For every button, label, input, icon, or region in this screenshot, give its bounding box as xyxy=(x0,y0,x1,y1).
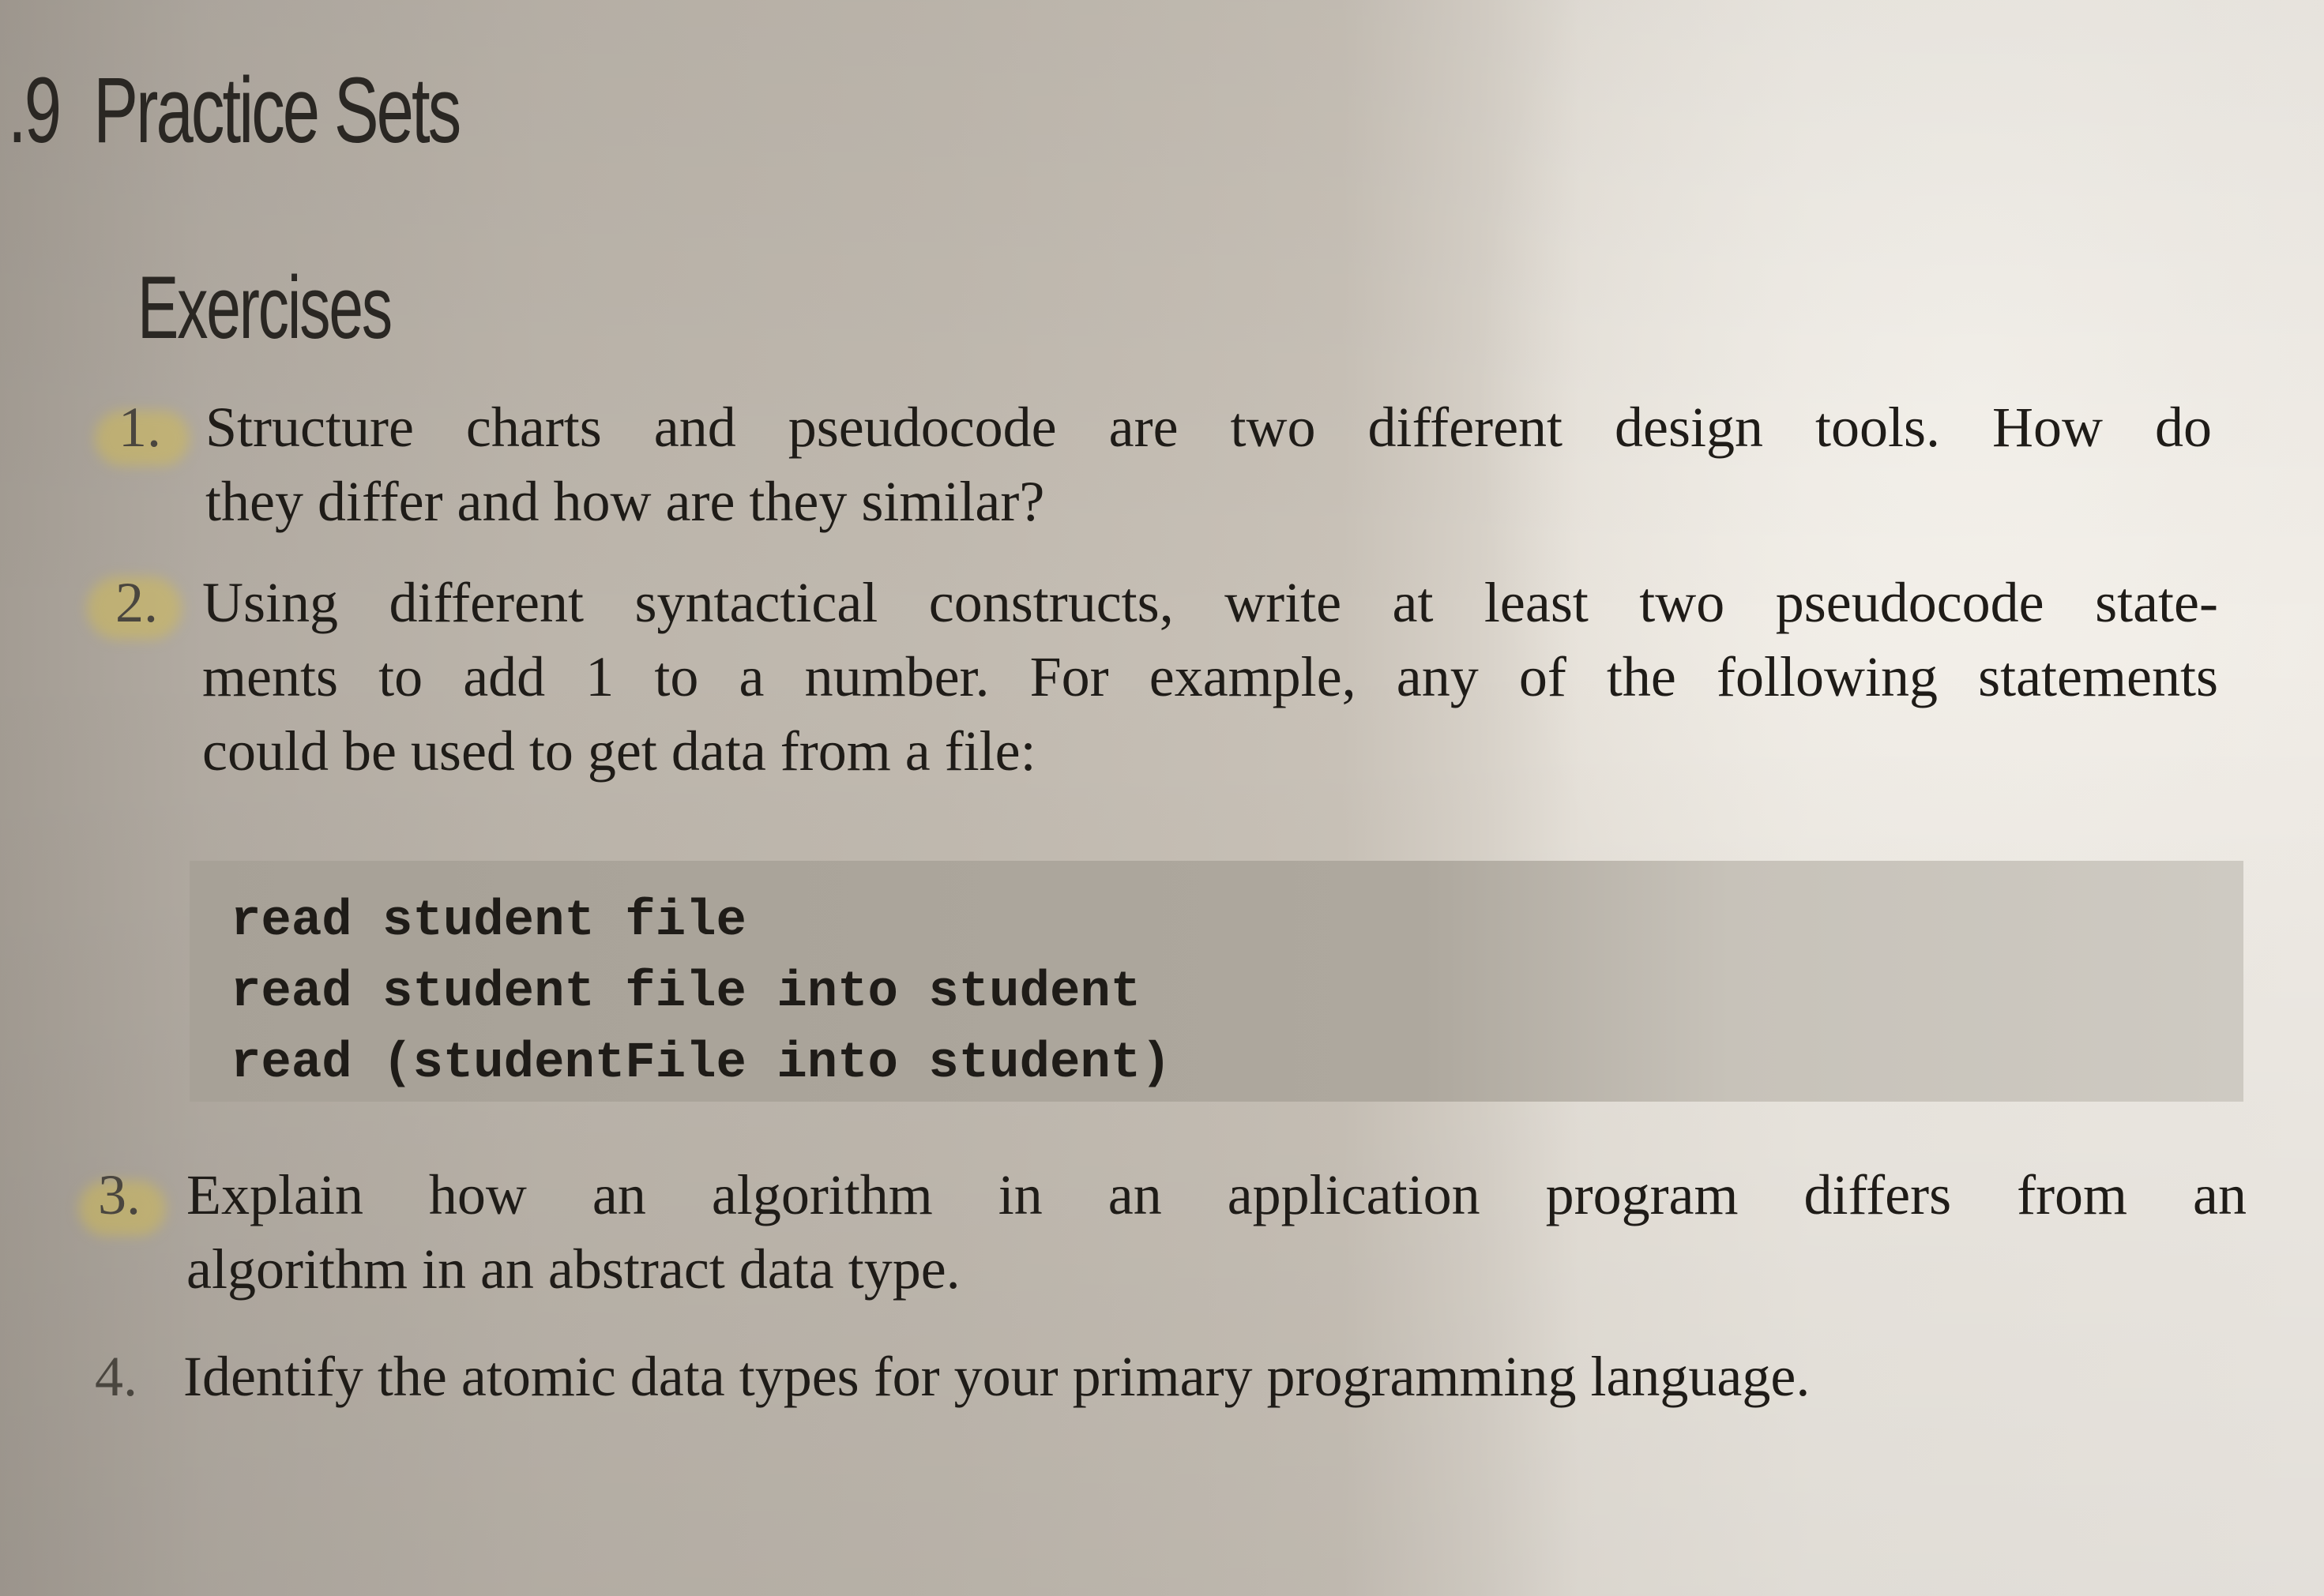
exercise-number: 3. xyxy=(98,1163,141,1226)
exercise-2: 2. Using different syntactical construct… xyxy=(115,565,2218,788)
section-number: .9 xyxy=(8,58,62,163)
exercise-number: 1. xyxy=(118,396,161,459)
code-line: read (studentFile into student) xyxy=(231,1035,1171,1092)
exercise-text-line: ments to add 1 to a number. For example,… xyxy=(202,645,2218,708)
exercise-4: 4. Identify the atomic data types for yo… xyxy=(95,1339,2237,1414)
exercise-3: 3. Explain how an algorithm in an applic… xyxy=(98,1158,2247,1306)
exercise-1: 1. Structure charts and pseudocode are t… xyxy=(118,390,2212,539)
exercise-number: 2. xyxy=(115,571,158,634)
section-heading: .9 Practice Sets xyxy=(8,57,461,164)
exercise-number: 4. xyxy=(95,1345,137,1408)
exercise-text-line: algorithm in an abstract data type. xyxy=(186,1237,961,1301)
code-line: read student file xyxy=(231,893,746,950)
exercise-text-line: could be used to get data from a file: xyxy=(202,719,1036,783)
exercise-text-line: they differ and how are they similar? xyxy=(205,470,1045,533)
exercise-text-line: Using different syntactical constructs, … xyxy=(202,571,2218,634)
exercise-text-line: Explain how an algorithm in an applicati… xyxy=(186,1163,2247,1226)
code-line: read student file into student xyxy=(231,964,1141,1021)
exercise-text-line: Identify the atomic data types for your … xyxy=(183,1345,1811,1408)
exercise-text-line: Structure charts and pseudocode are two … xyxy=(205,396,2212,459)
exercises-heading: Exercises xyxy=(137,258,393,357)
section-title: Practice Sets xyxy=(93,58,461,163)
code-example-block: read student file read student file into… xyxy=(190,861,2243,1102)
